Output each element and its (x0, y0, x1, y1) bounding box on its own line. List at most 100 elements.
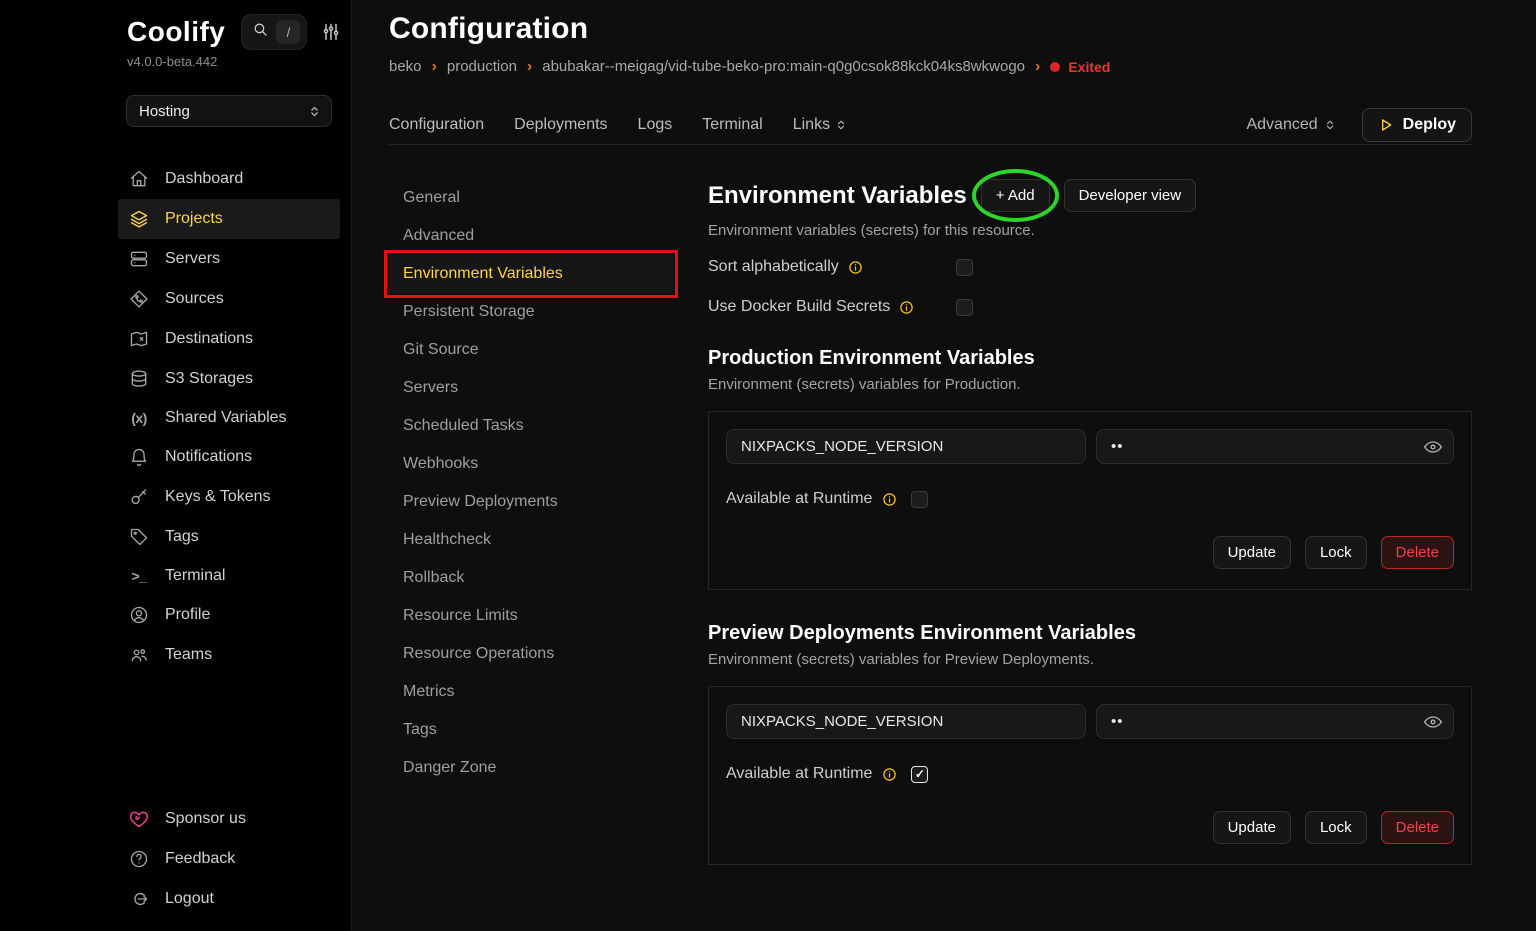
production-env-description: Environment (secrets) variables for Prod… (708, 376, 1472, 393)
subnav-tags[interactable]: Tags (389, 711, 673, 749)
sidebar-item-label: Feedback (165, 850, 235, 868)
help-icon (128, 849, 150, 869)
sidebar-item-label: Sources (165, 290, 224, 308)
subnav-resource-limits[interactable]: Resource Limits (389, 597, 673, 635)
subnav-advanced[interactable]: Advanced (389, 217, 673, 255)
tag-icon (128, 527, 150, 547)
subnav-general[interactable]: General (389, 179, 673, 217)
add-button-annotation: + Add (981, 179, 1050, 212)
add-button[interactable]: + Add (981, 179, 1050, 212)
runtime-checkbox[interactable] (911, 491, 928, 508)
tab-logs[interactable]: Logs (638, 116, 673, 134)
main-area: Configuration beko › production › abubak… (352, 0, 1536, 931)
chevron-updown-icon (308, 105, 321, 118)
delete-button[interactable]: Delete (1381, 811, 1454, 844)
subnav-metrics[interactable]: Metrics (389, 673, 673, 711)
sidebar-item-sources[interactable]: Sources (118, 279, 340, 319)
env-var-value-input[interactable] (1096, 429, 1454, 464)
subnav-environment-variables[interactable]: Environment Variables (389, 255, 673, 293)
tab-bar: Configuration Deployments Logs Terminal … (389, 105, 1472, 145)
breadcrumb-resource[interactable]: abubakar--meigag/vid-tube-beko-pro:main-… (542, 58, 1025, 75)
update-button[interactable]: Update (1213, 536, 1291, 569)
sidebar-item-projects[interactable]: Projects (118, 199, 340, 239)
chevron-right-icon: › (527, 59, 532, 75)
logo-row: Coolify / (127, 14, 340, 50)
section-title: Environment Variables (708, 182, 967, 210)
settings-sliders-icon[interactable] (321, 22, 341, 42)
toggle-label: Sort alphabetically (708, 258, 839, 276)
sidebar-item-label: Shared Variables (165, 409, 287, 427)
sidebar-item-keys-tokens[interactable]: Keys & Tokens (118, 477, 340, 517)
eye-icon[interactable] (1423, 437, 1443, 457)
subnav-servers[interactable]: Servers (389, 369, 673, 407)
subnav-scheduled-tasks[interactable]: Scheduled Tasks (389, 407, 673, 445)
sidebar-item-notifications[interactable]: Notifications (118, 437, 340, 477)
search-button[interactable]: / (241, 14, 307, 50)
git-source-icon (128, 289, 150, 309)
sidebar-item-label: Servers (165, 250, 220, 268)
preview-env-description: Environment (secrets) variables for Prev… (708, 651, 1472, 668)
update-button[interactable]: Update (1213, 811, 1291, 844)
info-icon[interactable] (882, 492, 897, 507)
sidebar-item-servers[interactable]: Servers (118, 239, 340, 279)
lock-button[interactable]: Lock (1305, 811, 1367, 844)
subnav-webhooks[interactable]: Webhooks (389, 445, 673, 483)
subnav-resource-operations[interactable]: Resource Operations (389, 635, 673, 673)
env-var-card: Available at Runtime Update Lock Delete (708, 686, 1472, 865)
breadcrumb-environment[interactable]: production (447, 58, 517, 75)
sidebar-item-feedback[interactable]: Feedback (118, 839, 340, 879)
sidebar-item-profile[interactable]: Profile (118, 595, 340, 635)
sidebar-item-shared-variables[interactable]: (x) Shared Variables (118, 399, 340, 437)
sidebar-item-destinations[interactable]: Destinations (118, 319, 340, 359)
subnav-danger-zone[interactable]: Danger Zone (389, 749, 673, 787)
info-icon[interactable] (848, 260, 863, 275)
sidebar-item-sponsor-us[interactable]: Sponsor us (118, 799, 340, 839)
sidebar-item-teams[interactable]: Teams (118, 635, 340, 675)
developer-view-button[interactable]: Developer view (1064, 179, 1197, 212)
subnav-preview-deployments[interactable]: Preview Deployments (389, 483, 673, 521)
sidebar-item-s3-storages[interactable]: S3 Storages (118, 359, 340, 399)
home-icon (128, 169, 150, 189)
sidebar-item-logout[interactable]: Logout (118, 879, 340, 919)
lock-button[interactable]: Lock (1305, 536, 1367, 569)
sidebar-item-label: Keys & Tokens (165, 488, 271, 506)
production-env-title: Production Environment Variables (708, 347, 1472, 370)
delete-button[interactable]: Delete (1381, 536, 1454, 569)
env-var-card: Available at Runtime Update Lock Delete (708, 411, 1472, 590)
status-badge: Exited (1050, 59, 1110, 75)
advanced-label: Advanced (1246, 116, 1317, 134)
runtime-label: Available at Runtime (726, 765, 872, 783)
tab-deployments[interactable]: Deployments (514, 116, 607, 134)
search-shortcut-key: / (276, 20, 300, 44)
sidebar-item-terminal[interactable]: >_ Terminal (118, 557, 340, 595)
tab-links[interactable]: Links (793, 116, 847, 134)
docker-build-secrets-checkbox[interactable] (956, 299, 973, 316)
subnav-git-source[interactable]: Git Source (389, 331, 673, 369)
sidebar-item-tags[interactable]: Tags (118, 517, 340, 557)
info-icon[interactable] (899, 300, 914, 315)
subnav-healthcheck[interactable]: Healthcheck (389, 521, 673, 559)
env-var-name-input[interactable] (726, 429, 1086, 464)
toggle-label: Use Docker Build Secrets (708, 298, 890, 316)
deploy-button[interactable]: Deploy (1362, 108, 1472, 142)
sidebar-item-label: Projects (165, 210, 223, 228)
tab-terminal[interactable]: Terminal (702, 116, 762, 134)
variables-icon: (x) (128, 410, 150, 426)
tab-configuration[interactable]: Configuration (389, 116, 484, 134)
sidebar-item-label: Sponsor us (165, 810, 246, 828)
info-icon[interactable] (882, 767, 897, 782)
subnav-persistent-storage[interactable]: Persistent Storage (389, 293, 673, 331)
advanced-dropdown[interactable]: Advanced (1246, 116, 1335, 134)
runtime-checkbox[interactable] (911, 766, 928, 783)
eye-icon[interactable] (1423, 712, 1443, 732)
chevron-right-icon: › (1035, 59, 1040, 75)
team-select[interactable]: Hosting (126, 95, 332, 127)
sort-alphabetically-checkbox[interactable] (956, 259, 973, 276)
env-var-name-input[interactable] (726, 704, 1086, 739)
breadcrumb-team[interactable]: beko (389, 58, 422, 75)
app-version: v4.0.0-beta.442 (127, 54, 340, 69)
env-var-value-input[interactable] (1096, 704, 1454, 739)
subnav-rollback[interactable]: Rollback (389, 559, 673, 597)
sidebar-item-dashboard[interactable]: Dashboard (118, 159, 340, 199)
deploy-label: Deploy (1403, 116, 1456, 134)
